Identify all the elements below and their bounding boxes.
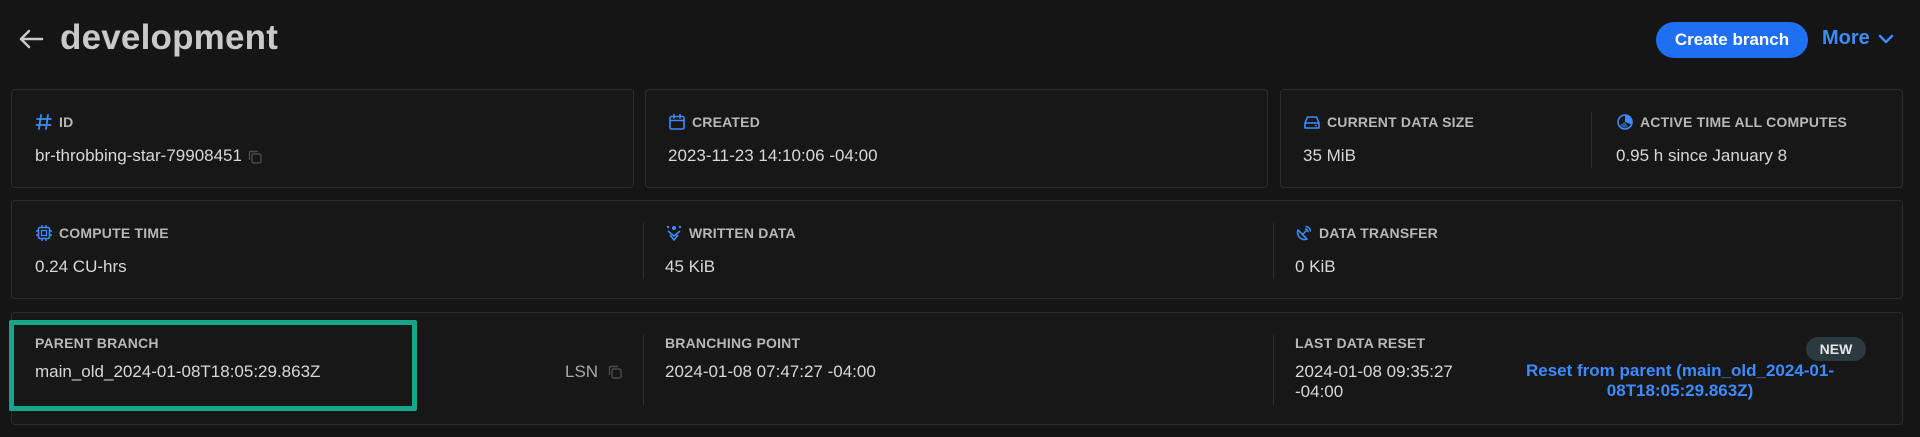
active-time-label: ACTIVE TIME ALL COMPUTES xyxy=(1616,113,1847,131)
card-divider xyxy=(643,223,644,279)
last-reset-value: 2024-01-08 09:35:27 -04:00 xyxy=(1295,362,1453,401)
branch-id-value: br-throbbing-star-79908451 xyxy=(35,146,262,166)
satellite-dish-icon xyxy=(1296,225,1312,241)
compute-time-value: 0.24 CU-hrs xyxy=(35,257,127,276)
card-divider xyxy=(1591,112,1592,168)
compute-time-label: COMPUTE TIME xyxy=(35,224,169,242)
page-header: development Create branch More xyxy=(0,0,1920,82)
new-badge: NEW xyxy=(1806,337,1866,361)
back-arrow-icon[interactable] xyxy=(16,24,46,54)
data-size-label: CURRENT DATA SIZE xyxy=(1303,113,1474,131)
created-value: 2023-11-23 14:10:06 -04:00 xyxy=(668,146,878,165)
id-label: ID xyxy=(35,113,73,131)
card-divider xyxy=(1273,335,1274,405)
data-transfer-value: 0 KiB xyxy=(1295,257,1336,276)
written-data-value: 45 KiB xyxy=(665,257,716,276)
cpu-icon xyxy=(36,225,52,241)
chevron-down-icon xyxy=(1878,34,1894,43)
storage-icon xyxy=(1304,116,1320,129)
lsn-label: LSN xyxy=(565,362,599,381)
reset-from-parent-link[interactable]: Reset from parent (main_old_2024-01- 08T… xyxy=(1520,361,1840,401)
written-data-label: WRITTEN DATA xyxy=(665,224,796,242)
data-size-value: 35 MiB xyxy=(1303,146,1356,165)
more-label: More xyxy=(1822,27,1870,49)
usage-card: COMPUTE TIME 0.24 CU-hrs WRITTEN DATA 45… xyxy=(11,200,1903,299)
created-label: CREATED xyxy=(668,113,760,131)
hash-icon xyxy=(35,114,52,130)
calendar-icon xyxy=(669,113,685,130)
created-card: CREATED 2023-11-23 14:10:06 -04:00 xyxy=(645,89,1268,188)
last-reset-label: LAST DATA RESET xyxy=(1295,335,1426,351)
active-time-value: 0.95 h since January 8 xyxy=(1616,146,1788,165)
create-branch-button[interactable]: Create branch xyxy=(1656,22,1808,58)
card-divider xyxy=(1273,223,1274,279)
lsn-copy[interactable]: LSN xyxy=(565,362,622,382)
card-divider xyxy=(643,335,644,405)
page-title: development xyxy=(60,18,279,57)
data-transfer-label: DATA TRANSFER xyxy=(1295,224,1438,242)
id-card: ID br-throbbing-star-79908451 xyxy=(11,89,634,188)
write-data-icon xyxy=(666,225,682,241)
more-menu-button[interactable]: More xyxy=(1822,27,1894,50)
parent-branch-highlight xyxy=(9,320,417,411)
pie-clock-icon xyxy=(1617,114,1633,130)
copy-icon[interactable] xyxy=(608,365,622,379)
copy-icon[interactable] xyxy=(248,150,262,164)
size-active-card: CURRENT DATA SIZE 35 MiB ACTIVE TIME ALL… xyxy=(1280,89,1903,188)
branching-point-label: BRANCHING POINT xyxy=(665,335,801,351)
branching-point-value: 2024-01-08 07:47:27 -04:00 xyxy=(665,362,876,381)
